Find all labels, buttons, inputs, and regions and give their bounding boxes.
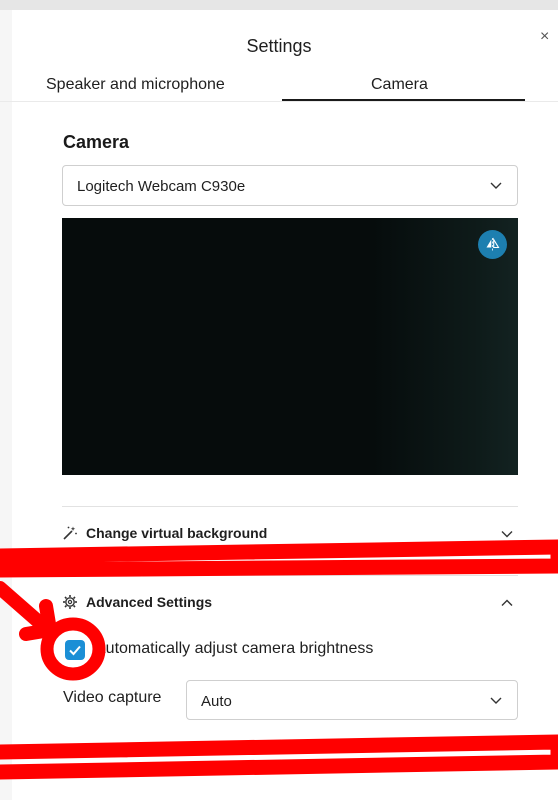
auto-brightness-label: Automatically adjust camera brightness [95,640,374,658]
virtual-background-toggle[interactable]: Change virtual background [62,523,518,543]
magic-wand-icon [62,525,78,546]
dialog-title: Settings [246,36,312,56]
video-capture-value: Auto [201,693,232,710]
chevron-down-icon [489,178,503,197]
section-divider [62,575,518,576]
tab-camera[interactable]: Camera [371,76,428,94]
video-capture-select[interactable]: Auto [186,680,518,720]
tab-speaker-and-microphone[interactable]: Speaker and microphone [46,76,225,94]
gear-icon [62,594,78,615]
virtual-background-label: Change virtual background [86,525,268,541]
camera-preview [62,218,518,475]
chevron-up-icon [500,596,514,615]
camera-device-select[interactable]: Logitech Webcam C930e [62,165,518,206]
annotation-top-band [0,539,558,578]
advanced-settings-toggle[interactable]: Advanced Settings [62,592,518,612]
annotation-bottom-band [0,734,558,780]
annotation-arrow-head [19,599,57,641]
advanced-settings-label: Advanced Settings [86,594,213,610]
background-window-edge [0,10,12,800]
auto-brightness-checkbox[interactable] [65,640,85,660]
camera-section-title: Camera [63,132,130,152]
tab-divider [0,101,558,102]
camera-device-value: Logitech Webcam C930e [77,178,246,195]
chevron-down-icon [489,693,503,712]
window-top-strip [0,0,558,10]
section-divider [62,506,518,507]
video-capture-label: Video capture [63,689,162,706]
mirror-icon[interactable] [478,230,507,259]
chevron-down-icon [500,527,514,546]
close-icon[interactable]: × [540,28,549,46]
